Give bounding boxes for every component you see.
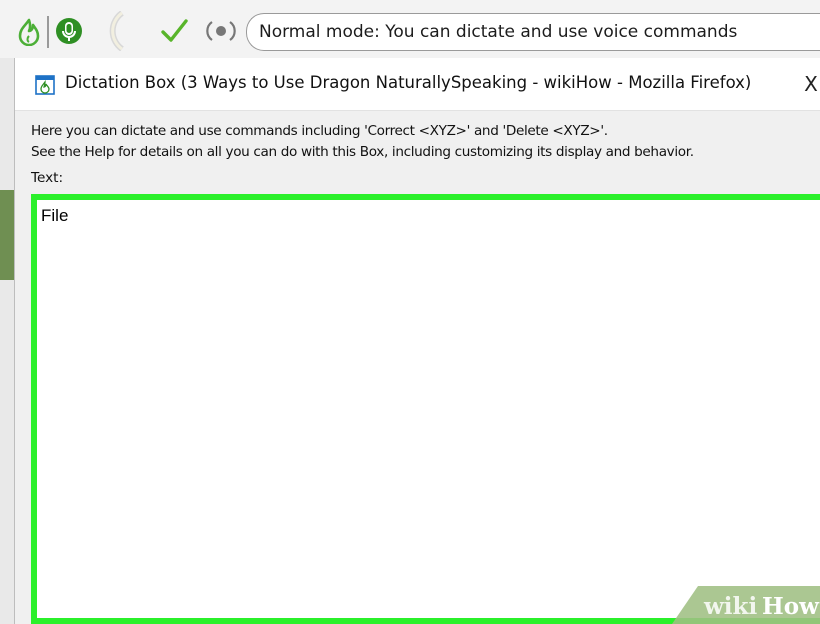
speaker-icon[interactable] <box>203 18 239 44</box>
help-text-line-1: Here you can dictate and use commands in… <box>31 123 608 139</box>
checkmark-icon[interactable] <box>159 16 189 46</box>
toolbar-separator <box>47 16 49 48</box>
dragon-toolbar: Normal mode: You can dictate and use voi… <box>0 0 820 59</box>
volume-meter-icon <box>109 11 124 51</box>
screen: Normal mode: You can dictate and use voi… <box>0 0 820 624</box>
status-text: Normal mode: You can dictate and use voi… <box>259 22 738 42</box>
watermark-wiki: wiki <box>703 593 757 620</box>
dragon-window-icon <box>35 75 55 95</box>
status-field: Normal mode: You can dictate and use voi… <box>246 13 820 51</box>
dictation-text-area[interactable]: File <box>31 194 820 624</box>
help-text-line-2: See the Help for details on all you can … <box>31 144 694 160</box>
dictation-box-window: Dictation Box (3 Ways to Use Dragon Natu… <box>14 58 820 624</box>
background-browser-edge <box>0 58 14 624</box>
dictated-text: File <box>41 206 69 225</box>
wikihow-watermark: wiki How <box>672 586 820 624</box>
window-title: Dictation Box (3 Ways to Use Dragon Natu… <box>65 73 752 92</box>
microphone-icon[interactable] <box>55 17 83 45</box>
background-browser-accent <box>0 190 14 280</box>
window-titlebar[interactable]: Dictation Box (3 Ways to Use Dragon Natu… <box>15 58 820 111</box>
text-field-label: Text: <box>31 170 64 186</box>
dragon-flame-icon[interactable] <box>16 18 42 46</box>
close-button[interactable]: X <box>797 70 820 98</box>
watermark-how: How <box>762 593 820 620</box>
